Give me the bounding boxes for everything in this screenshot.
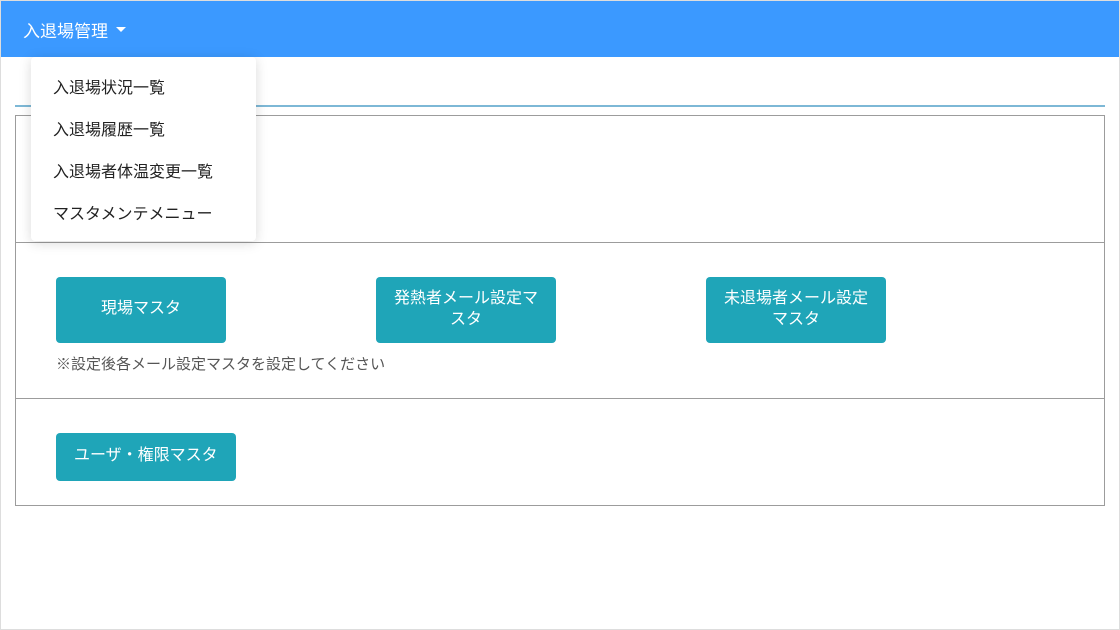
site-hint-text: ※設定後各メール設定マスタを設定してください — [56, 353, 1064, 374]
nav-menu-label: 入退場管理 — [23, 17, 108, 42]
dropdown-menu: 入退場状況一覧 入退場履歴一覧 入退場者体温変更一覧 マスタメンテメニュー — [31, 57, 256, 241]
dropdown-item-master-maintenance[interactable]: マスタメンテメニュー — [31, 191, 256, 233]
section-user: ユーザ・権限マスタ — [15, 399, 1105, 506]
dropdown-item-temperature-list[interactable]: 入退場者体温変更一覧 — [31, 149, 256, 191]
navbar: 入退場管理 入退場状況一覧 入退場履歴一覧 入退場者体温変更一覧 マスタメンテメ… — [1, 1, 1119, 57]
unexited-mail-master-button[interactable]: 未退場者メール設定マスタ — [706, 277, 886, 343]
dropdown-item-history-list[interactable]: 入退場履歴一覧 — [31, 107, 256, 149]
nav-menu-admission[interactable]: 入退場管理 — [23, 17, 126, 42]
user-auth-master-button[interactable]: ユーザ・権限マスタ — [56, 433, 236, 481]
section-site: 現場マスタ 発熱者メール設定マスタ 未退場者メール設定マスタ ※設定後各メール設… — [15, 243, 1105, 399]
site-master-button[interactable]: 現場マスタ — [56, 277, 226, 343]
caret-down-icon — [116, 27, 126, 32]
fever-mail-master-button[interactable]: 発熱者メール設定マスタ — [376, 277, 556, 343]
dropdown-item-status-list[interactable]: 入退場状況一覧 — [31, 65, 256, 107]
